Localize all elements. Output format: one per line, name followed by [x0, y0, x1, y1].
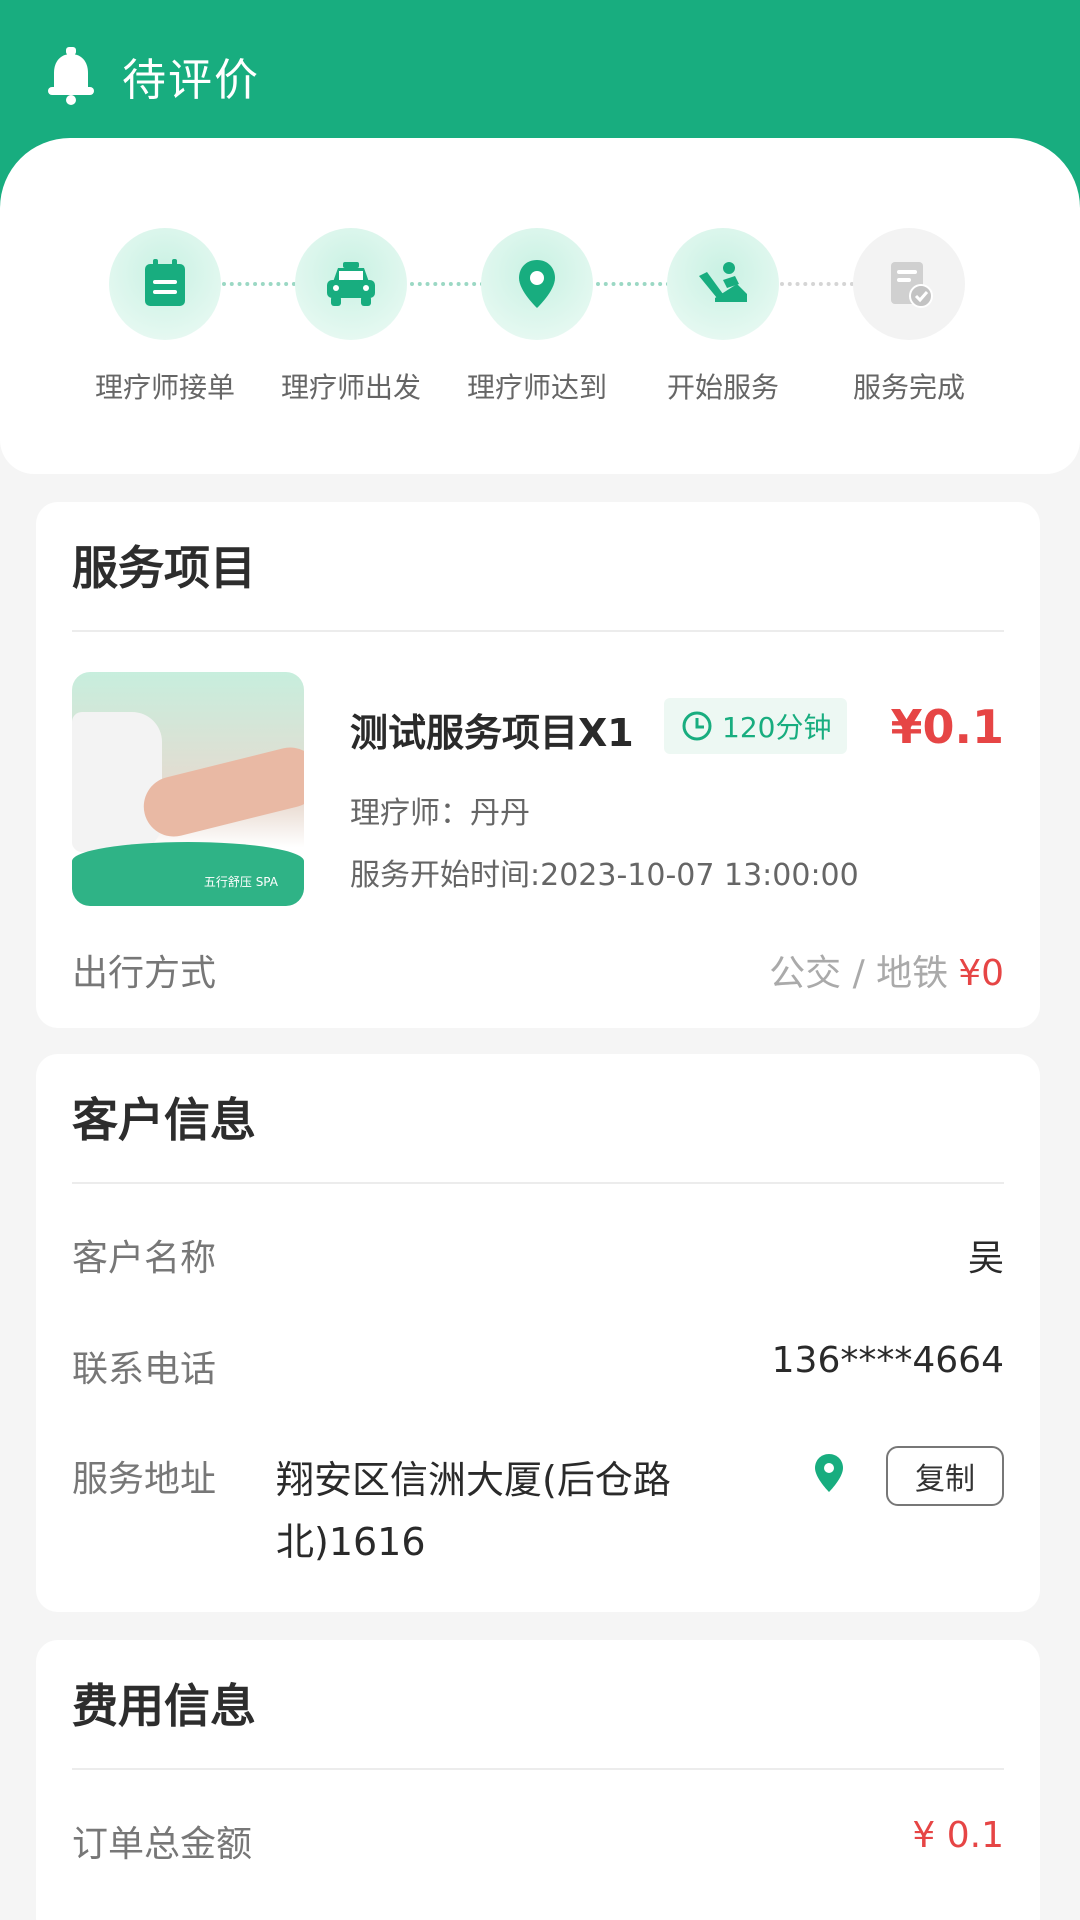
- step-label: 服务完成: [852, 371, 965, 404]
- service-card: 服务项目 五行舒压 SPA 测试服务项目X1 120分钟 ¥0.1 理疗师：丹丹…: [36, 502, 1040, 1028]
- service-image: 五行舒压 SPA: [72, 672, 304, 906]
- header-title-group: 待评价: [46, 46, 260, 106]
- travel-fee: ¥0: [958, 953, 1004, 994]
- map-pin-icon[interactable]: [812, 1452, 846, 1498]
- service-start-time: 服务开始时间:2023-10-07 13:00:00: [350, 858, 859, 893]
- copy-address-button[interactable]: 复制: [886, 1446, 1004, 1506]
- address-label: 服务地址: [72, 1459, 217, 1500]
- step-departed: 理疗师出发: [266, 228, 436, 406]
- bell-icon: [48, 47, 94, 105]
- customer-name-value: 吴: [967, 1238, 1004, 1279]
- phone-label: 联系电话: [72, 1349, 217, 1390]
- divider: [72, 1182, 1004, 1184]
- image-brand-text: 五行舒压 SPA: [203, 875, 278, 889]
- order-total-label: 订单总金额: [72, 1824, 253, 1865]
- location-pin-icon: [519, 260, 555, 308]
- car-icon: [327, 262, 375, 306]
- step-completed: 服务完成: [824, 228, 994, 406]
- service-price: ¥0.1: [890, 700, 1005, 754]
- step-label: 开始服务: [666, 371, 779, 404]
- service-name: 测试服务项目X1: [350, 711, 634, 755]
- document-check-icon: [891, 262, 933, 308]
- step-service-started: 开始服务: [638, 228, 808, 406]
- step-label: 理疗师接单: [94, 371, 235, 404]
- section-title: 服务项目: [72, 541, 256, 595]
- phone-value[interactable]: 136****4664: [772, 1340, 1004, 1381]
- page-title: 待评价: [122, 55, 260, 106]
- order-progress-steps: 理疗师接单 理疗师出发 理疗师达到 开始服务 服务完成: [80, 228, 1000, 428]
- massage-service-icon: [699, 262, 747, 302]
- duration-text: 120分钟: [722, 711, 832, 744]
- customer-card: 客户信息 客户名称 吴 联系电话 136****4664 服务地址 翔安区信洲大…: [36, 1054, 1040, 1612]
- step-label: 理疗师出发: [280, 371, 421, 404]
- clock-icon: [682, 711, 712, 741]
- step-label: 理疗师达到: [466, 371, 607, 404]
- fee-card: 费用信息 订单总金额 ¥ 0.1: [36, 1640, 1040, 1920]
- progress-card: 理疗师接单 理疗师出发 理疗师达到 开始服务 服务完成: [0, 138, 1080, 474]
- travel-info: 公交 / 地铁 ¥0: [769, 944, 1004, 996]
- section-title: 费用信息: [72, 1679, 256, 1733]
- therapist-name: 理疗师：丹丹: [350, 796, 530, 831]
- step-accepted: 理疗师接单: [80, 228, 250, 406]
- divider: [72, 1768, 1004, 1770]
- duration-badge: 120分钟: [664, 698, 848, 754]
- customer-name-label: 客户名称: [72, 1238, 217, 1279]
- section-title: 客户信息: [72, 1093, 256, 1147]
- calendar-icon: [145, 259, 185, 306]
- step-arrived: 理疗师达到: [452, 228, 622, 406]
- divider: [72, 630, 1004, 632]
- travel-mode: 公交 / 地铁: [769, 953, 949, 994]
- travel-label: 出行方式: [72, 953, 217, 994]
- order-total-value: ¥ 0.1: [912, 1815, 1004, 1856]
- address-value: 翔安区信洲大厦(后仓路北)1616: [276, 1458, 671, 1564]
